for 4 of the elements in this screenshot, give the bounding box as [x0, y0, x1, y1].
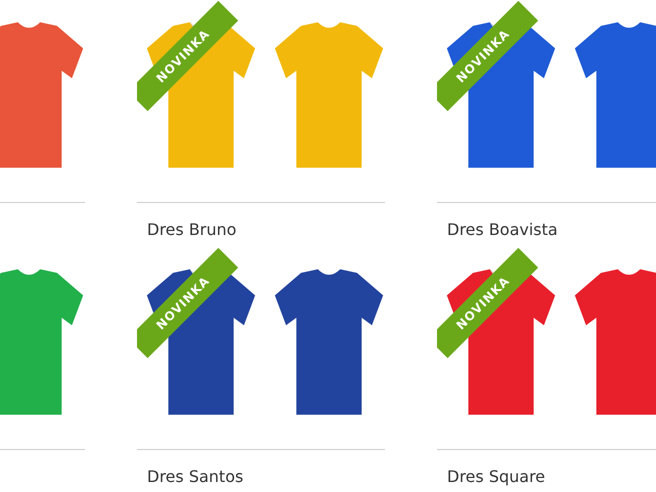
product-title[interactable]: Dres Santos	[147, 466, 244, 487]
product-title[interactable]: Dres Bruno	[147, 219, 236, 240]
product-title[interactable]: Dres Boavista	[447, 219, 558, 240]
product-title[interactable]: Dres Square	[447, 466, 546, 487]
